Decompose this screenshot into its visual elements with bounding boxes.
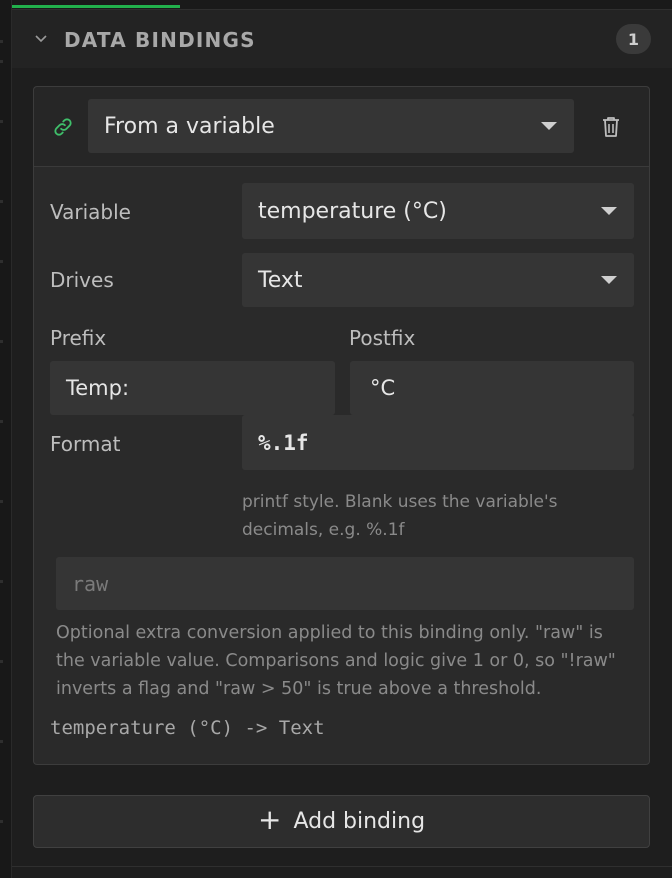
expression-hint-line: Optional extra conversion applied to thi…: [56, 623, 603, 643]
format-label: Format: [50, 432, 121, 456]
format-input[interactable]: %.1f: [242, 415, 634, 470]
binding-summary: temperature (°C) -> Text: [50, 717, 325, 739]
count-badge: 1: [616, 24, 651, 54]
format-hint-line: printf style. Blank uses the variable's: [242, 492, 558, 512]
drives-label: Drives: [50, 268, 114, 292]
variable-select[interactable]: temperature (°C): [242, 183, 634, 239]
postfix-input[interactable]: °C: [350, 361, 634, 415]
drives-value: Text: [258, 267, 303, 293]
binding-card: From a variable Variable temperature (°C…: [33, 86, 650, 765]
section-title: DATA BINDINGS: [64, 28, 256, 52]
variable-label: Variable: [50, 200, 131, 224]
chevron-down-icon: [541, 122, 557, 130]
format-hint: printf style. Blank uses the variable's …: [242, 488, 558, 544]
expression-hint-line: the variable value. Comparisons and logi…: [56, 651, 616, 671]
left-gutter: [0, 0, 12, 878]
variable-value: temperature (°C): [258, 198, 447, 224]
add-binding-button[interactable]: + Add binding: [33, 795, 650, 848]
format-hint-line: decimals, e.g. %.1f: [242, 520, 405, 540]
postfix-label: Postfix: [349, 326, 416, 350]
binding-source-select[interactable]: From a variable: [88, 99, 574, 153]
section-header-data-bindings[interactable]: DATA BINDINGS 1: [12, 10, 672, 68]
chevron-down-icon[interactable]: [34, 32, 48, 46]
expression-hint: Optional extra conversion applied to thi…: [56, 619, 616, 703]
trash-icon[interactable]: [600, 115, 622, 139]
link-icon: [54, 118, 72, 136]
prefix-input[interactable]: Temp:: [50, 361, 335, 415]
plus-icon: +: [257, 803, 282, 836]
binding-source-value: From a variable: [104, 113, 275, 139]
chevron-down-icon: [601, 276, 617, 284]
prefix-label: Prefix: [50, 326, 107, 350]
binding-card-header: From a variable: [34, 87, 649, 167]
chevron-down-icon: [601, 207, 617, 215]
expression-input[interactable]: raw: [56, 557, 634, 610]
inspector-panel: DATA BINDINGS 1 From a variable Variable…: [12, 0, 672, 878]
divider: [12, 866, 672, 867]
drives-select[interactable]: Text: [242, 253, 634, 307]
add-binding-label: Add binding: [293, 809, 426, 834]
expression-hint-line: inverts a flag and "raw > 50" is true ab…: [56, 679, 542, 699]
progress-fill: [12, 5, 181, 8]
progress-track: [12, 0, 672, 10]
